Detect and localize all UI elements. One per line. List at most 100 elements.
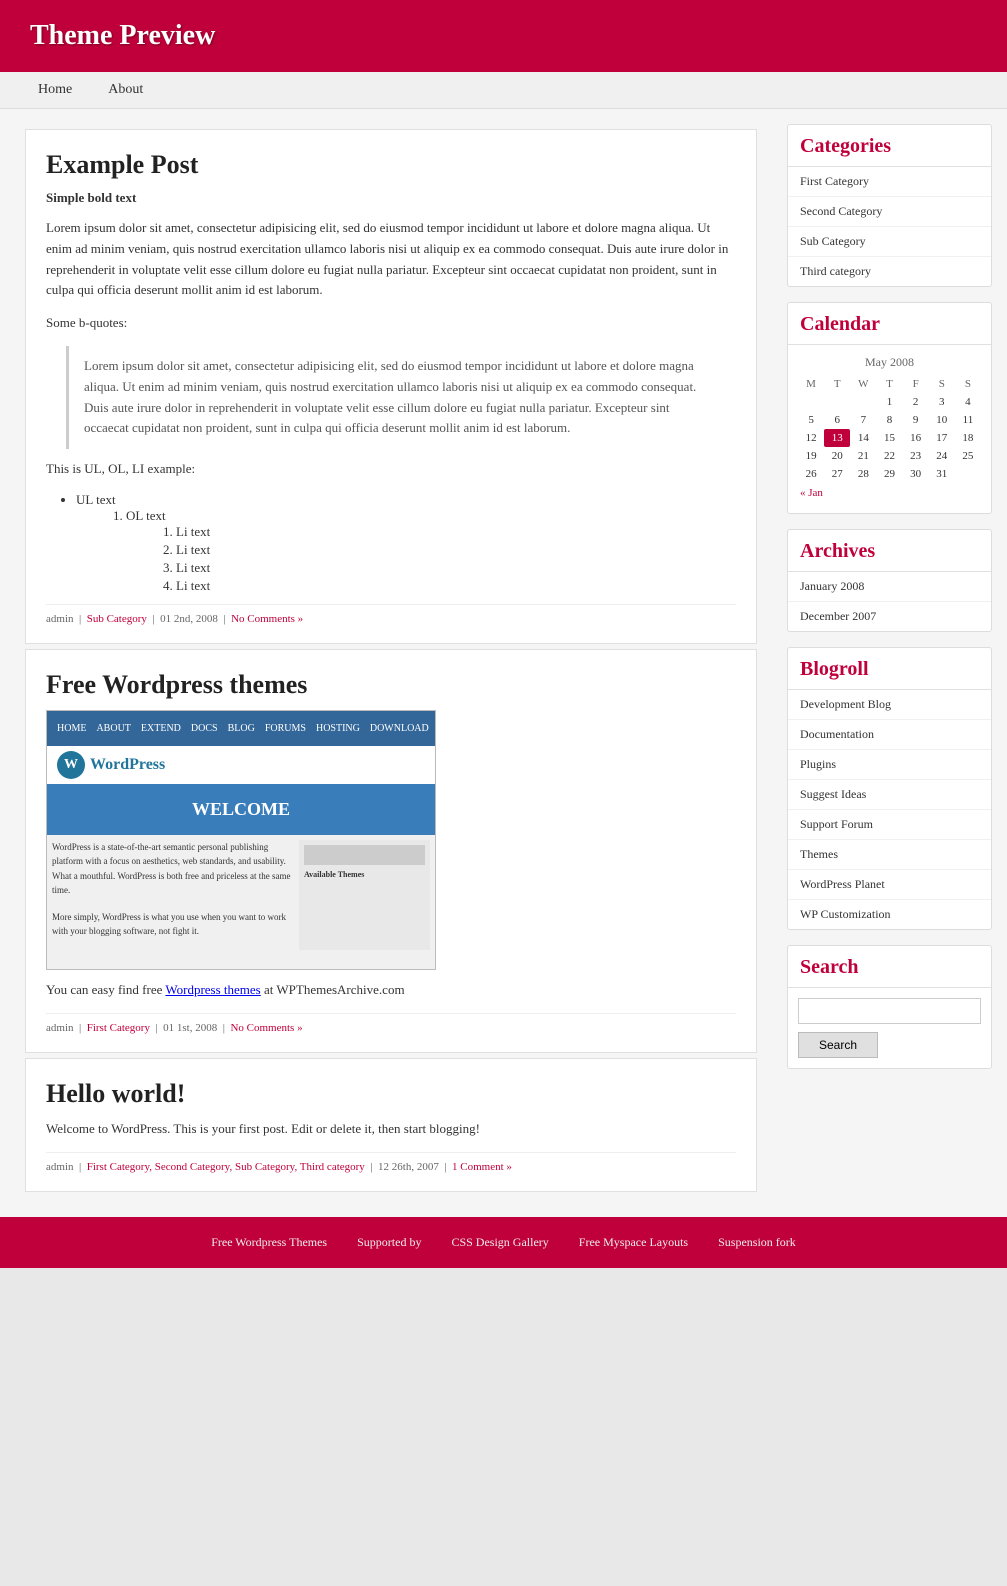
blogroll-link-4[interactable]: Suggest Ideas <box>800 787 866 801</box>
calendar-nav: « Jan <box>798 483 981 503</box>
cal-th-s2: S <box>955 375 981 393</box>
post-body-2: HOME ABOUT EXTEND DOCS BLOG FORUMS HOSTI… <box>46 710 736 1001</box>
meta-date-3: 12 26th, 2007 <box>378 1161 439 1173</box>
wp-main-description: WordPress is a state-of-the-art semantic… <box>52 840 294 950</box>
cal-day: 9 <box>903 411 929 429</box>
blogroll-list: Development Blog Documentation Plugins S… <box>788 690 991 929</box>
blogroll-link-3[interactable]: Plugins <box>800 757 836 771</box>
cal-day: 11 <box>955 411 981 429</box>
li-item-3: Li text <box>176 560 736 576</box>
cal-day: 30 <box>903 465 929 483</box>
cal-day: 15 <box>876 429 902 447</box>
footer-link-2[interactable]: CSS Design Gallery <box>451 1235 548 1250</box>
list-item: Support Forum <box>788 810 991 840</box>
blogroll-link-2[interactable]: Documentation <box>800 727 874 741</box>
footer-link-3[interactable]: Free Myspace Layouts <box>579 1235 688 1250</box>
category-link-4[interactable]: Third category <box>800 264 871 278</box>
post-body-text-2: You can easy find free Wordpress themes … <box>46 980 736 1001</box>
footer-link-1[interactable]: Free Wordpress Themes <box>211 1235 327 1250</box>
cal-day <box>824 393 850 411</box>
cal-day: 10 <box>929 411 955 429</box>
cal-day: 25 <box>955 447 981 465</box>
wp-sidebar-theme: Available Themes <box>299 840 430 950</box>
wp-nav-bar: HOME ABOUT EXTEND DOCS BLOG FORUMS HOSTI… <box>47 711 435 746</box>
cal-day: 12 <box>798 429 824 447</box>
wp-nav-docs: DOCS <box>191 723 218 734</box>
cal-day: 5 <box>798 411 824 429</box>
meta-comments-3[interactable]: 1 Comment » <box>452 1161 512 1173</box>
blogroll-link-5[interactable]: Support Forum <box>800 817 873 831</box>
cal-th-w: W <box>850 375 876 393</box>
li-item-4: Li text <box>176 578 736 594</box>
cal-day: 14 <box>850 429 876 447</box>
meta-comments-1[interactable]: No Comments » <box>231 613 303 625</box>
list-item: Suggest Ideas <box>788 780 991 810</box>
meta-category-1[interactable]: Sub Category <box>87 613 147 625</box>
wordpress-themes-link[interactable]: Wordpress themes <box>165 982 260 997</box>
cal-day: 17 <box>929 429 955 447</box>
cal-day: 7 <box>850 411 876 429</box>
calendar-widget: Calendar May 2008 M T W T F S S <box>787 302 992 514</box>
wp-content-area: WordPress is a state-of-the-art semantic… <box>47 835 435 955</box>
nav-home[interactable]: Home <box>20 72 90 108</box>
archives-title: Archives <box>788 530 991 572</box>
cal-day: 27 <box>824 465 850 483</box>
wp-nav-home: HOME <box>57 723 86 734</box>
cal-day: 16 <box>903 429 929 447</box>
site-title: Theme Preview <box>30 20 977 52</box>
post-body: Lorem ipsum dolor sit amet, consectetur … <box>46 218 736 594</box>
blogroll-widget: Blogroll Development Blog Documentation … <box>787 647 992 930</box>
post-text-before-link: You can easy find free <box>46 982 165 997</box>
cal-day: 31 <box>929 465 955 483</box>
cal-th-m: M <box>798 375 824 393</box>
blogroll-link-8[interactable]: WP Customization <box>800 907 891 921</box>
wp-nav-forums: FORUMS <box>265 723 306 734</box>
wp-screenshot-inner: HOME ABOUT EXTEND DOCS BLOG FORUMS HOSTI… <box>47 711 435 969</box>
list-item: Documentation <box>788 720 991 750</box>
search-button[interactable]: Search <box>798 1032 878 1058</box>
category-link-3[interactable]: Sub Category <box>800 234 866 248</box>
footer-supported-by: Supported by <box>357 1235 421 1250</box>
list-item: Development Blog <box>788 690 991 720</box>
post-bold-intro: Simple bold text <box>46 190 736 206</box>
blogroll-link-6[interactable]: Themes <box>800 847 838 861</box>
list-item: Plugins <box>788 750 991 780</box>
category-link-1[interactable]: First Category <box>800 174 869 188</box>
cal-th-t2: T <box>876 375 902 393</box>
cal-day: 8 <box>876 411 902 429</box>
meta-comments-2[interactable]: No Comments » <box>230 1022 302 1034</box>
archives-widget: Archives January 2008 December 2007 <box>787 529 992 632</box>
blogroll-link-1[interactable]: Development Blog <box>800 697 891 711</box>
cal-day <box>798 393 824 411</box>
blogroll-link-7[interactable]: WordPress Planet <box>800 877 885 891</box>
footer-link-4[interactable]: Suspension fork <box>718 1235 796 1250</box>
post-body-3: Welcome to WordPress. This is your first… <box>46 1119 736 1140</box>
cal-day: 26 <box>798 465 824 483</box>
post-title-3: Hello world! <box>46 1079 736 1109</box>
cal-day-today: 13 <box>824 429 850 447</box>
meta-categories-3[interactable]: First Category, Second Category, Sub Cat… <box>87 1161 365 1173</box>
wp-logo-circle <box>57 751 85 779</box>
main-nav: Home About <box>0 72 1007 109</box>
meta-date-1: 01 2nd, 2008 <box>160 613 218 625</box>
meta-category-2[interactable]: First Category <box>87 1022 150 1034</box>
wp-logo: WordPress <box>47 746 435 784</box>
wp-nav-download: DOWNLOAD <box>370 723 429 734</box>
archive-link-1[interactable]: January 2008 <box>800 579 864 593</box>
main-content: Example Post Simple bold text Lorem ipsu… <box>0 109 777 1217</box>
wp-theme-label: Available Themes <box>304 870 425 879</box>
calendar-prev[interactable]: « Jan <box>800 487 823 499</box>
archive-link-2[interactable]: December 2007 <box>800 609 876 623</box>
post-hello: Hello world! Welcome to WordPress. This … <box>25 1058 757 1192</box>
list-item: Themes <box>788 840 991 870</box>
site-header: Theme Preview <box>0 0 1007 72</box>
nav-about[interactable]: About <box>90 72 161 108</box>
list-item: WP Customization <box>788 900 991 929</box>
search-input[interactable] <box>798 998 981 1024</box>
category-link-2[interactable]: Second Category <box>800 204 882 218</box>
cal-th-s1: S <box>929 375 955 393</box>
wp-screenshot: HOME ABOUT EXTEND DOCS BLOG FORUMS HOSTI… <box>46 710 436 970</box>
list-item: First Category <box>788 167 991 197</box>
list-item: Third category <box>788 257 991 286</box>
cal-day: 24 <box>929 447 955 465</box>
